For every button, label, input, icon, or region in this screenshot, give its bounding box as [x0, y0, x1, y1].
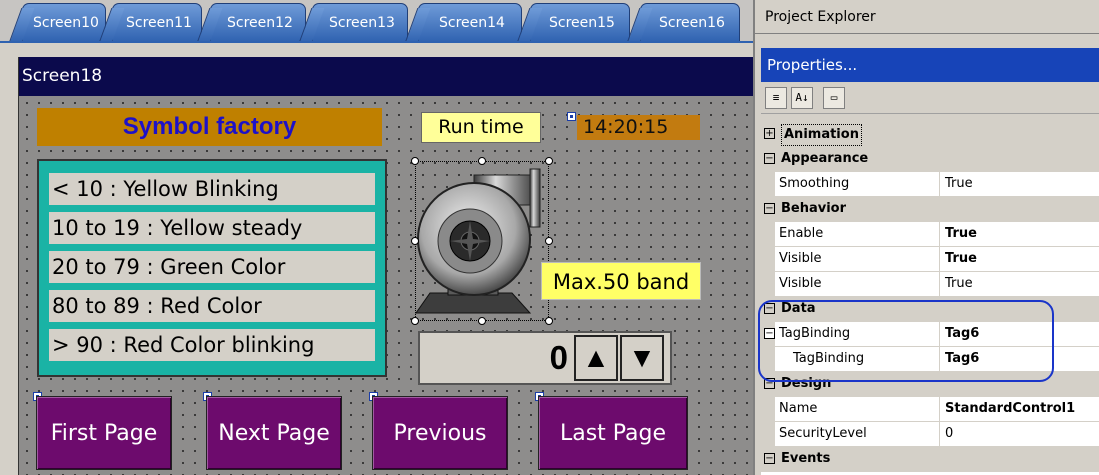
row-gutter: [761, 172, 775, 196]
tab-screen10[interactable]: Screen10: [22, 3, 106, 42]
legend-item: > 90 : Red Color blinking: [49, 329, 375, 361]
design-area: Screen10 Screen11 Screen12 Screen13 Scre…: [0, 0, 753, 475]
selection-handle[interactable]: [545, 157, 553, 165]
category-data[interactable]: − Data: [761, 297, 1099, 322]
property-name: TagBinding: [775, 347, 940, 371]
property-value[interactable]: Tag6: [942, 347, 1099, 371]
row-gutter: [761, 222, 775, 246]
property-name: Name: [775, 397, 940, 421]
category-label: Behavior: [781, 201, 847, 216]
property-name: Smoothing: [775, 172, 940, 196]
selection-handle[interactable]: [411, 237, 419, 245]
spin-up-button[interactable]: ▲: [574, 335, 618, 381]
selection-handle[interactable]: [545, 317, 553, 325]
property-value[interactable]: True: [942, 272, 1099, 296]
selection-handle[interactable]: [411, 317, 419, 325]
property-value[interactable]: True: [942, 222, 1099, 246]
collapse-icon[interactable]: −: [764, 303, 775, 314]
category-design[interactable]: − Design: [761, 372, 1099, 397]
screen-tab-bar: Screen10 Screen11 Screen12 Screen13 Scre…: [0, 0, 753, 43]
first-page-button[interactable]: First Page: [36, 396, 172, 470]
tab-screen12[interactable]: Screen12: [210, 3, 306, 42]
property-row[interactable]: Enable True: [761, 222, 1099, 247]
categorized-view-icon[interactable]: ≡: [765, 87, 787, 109]
property-name: Enable: [775, 222, 940, 246]
project-explorer-header[interactable]: Project Explorer: [755, 0, 1099, 34]
property-value[interactable]: True: [942, 172, 1099, 196]
property-name: TagBinding: [775, 322, 940, 346]
property-row[interactable]: TagBinding Tag6: [761, 347, 1099, 372]
property-pages-icon[interactable]: ▭: [823, 87, 845, 109]
category-label: Data: [781, 301, 816, 316]
property-value[interactable]: 0: [942, 422, 1099, 446]
legend-item: 10 to 19 : Yellow steady: [49, 212, 375, 244]
row-gutter: [761, 347, 775, 371]
category-label: Design: [781, 376, 832, 391]
selection-handle[interactable]: [478, 157, 486, 165]
collapse-icon[interactable]: −: [764, 328, 775, 339]
screen-title: Screen18: [19, 57, 753, 96]
selection-handle[interactable]: [545, 237, 553, 245]
legend-item: 20 to 79 : Green Color: [49, 251, 375, 283]
run-time-label[interactable]: Run time: [421, 112, 541, 143]
selection-handle[interactable]: [411, 157, 419, 165]
tab-screen13[interactable]: Screen13: [312, 3, 408, 42]
property-row[interactable]: Smoothing True: [761, 172, 1099, 197]
category-behavior[interactable]: − Behavior: [761, 197, 1099, 222]
expand-icon[interactable]: +: [764, 128, 775, 139]
value-spinner[interactable]: 0 ▲ ▼: [418, 331, 672, 385]
selection-handle[interactable]: [478, 317, 486, 325]
property-row[interactable]: Visible True: [761, 247, 1099, 272]
collapse-icon[interactable]: −: [764, 203, 775, 214]
centrifugal-pump-icon[interactable]: [412, 161, 552, 321]
tag-marker-icon: [567, 112, 576, 121]
property-value[interactable]: Tag6: [942, 322, 1099, 346]
property-row[interactable]: Name StandardControl1: [761, 397, 1099, 422]
properties-header: Properties...: [761, 48, 1099, 82]
category-animation[interactable]: + Animation: [761, 122, 1099, 147]
max-band-label[interactable]: Max.50 band: [541, 262, 701, 300]
side-panel: Project Explorer Properties... ≡ A↓ ▭ + …: [753, 0, 1099, 475]
tab-screen11[interactable]: Screen11: [112, 3, 202, 42]
category-label: Appearance: [781, 151, 869, 166]
last-page-button[interactable]: Last Page: [538, 396, 688, 470]
row-gutter: [761, 422, 775, 446]
property-value[interactable]: True: [942, 247, 1099, 271]
property-row[interactable]: − TagBinding Tag6: [761, 322, 1099, 347]
property-grid: + Animation − Appearance Smoothing True …: [761, 122, 1099, 475]
legend-panel[interactable]: < 10 : Yellow Blinking 10 to 19 : Yellow…: [37, 159, 387, 377]
collapse-icon[interactable]: −: [764, 453, 775, 464]
property-row[interactable]: Visible True: [761, 272, 1099, 297]
spin-down-button[interactable]: ▼: [620, 335, 664, 381]
collapse-icon[interactable]: −: [764, 378, 775, 389]
screen-canvas[interactable]: Screen18 Symbol factory Run time 14:20:1…: [18, 57, 753, 475]
alphabetical-sort-icon[interactable]: A↓: [791, 87, 813, 109]
row-gutter: [761, 272, 775, 296]
tab-strip-line: [0, 41, 753, 43]
legend-item: < 10 : Yellow Blinking: [49, 173, 375, 205]
tab-screen16[interactable]: Screen16: [640, 3, 740, 42]
row-gutter: [761, 397, 775, 421]
category-label: Animation: [781, 124, 862, 146]
property-name: Visible: [775, 247, 940, 271]
next-page-button[interactable]: Next Page: [206, 396, 342, 470]
category-label: Events: [781, 451, 831, 466]
category-appearance[interactable]: − Appearance: [761, 147, 1099, 172]
tab-screen15[interactable]: Screen15: [530, 3, 630, 42]
collapse-icon[interactable]: −: [764, 153, 775, 164]
property-row[interactable]: SecurityLevel 0: [761, 422, 1099, 447]
previous-button[interactable]: Previous: [372, 396, 508, 470]
category-events[interactable]: − Events: [761, 447, 1099, 472]
symbol-factory-label[interactable]: Symbol factory: [37, 108, 382, 146]
property-name: Visible: [775, 272, 940, 296]
row-gutter: [761, 247, 775, 271]
clock-display[interactable]: 14:20:15: [577, 115, 700, 140]
properties-toolbar: ≡ A↓ ▭: [761, 82, 1099, 114]
property-value[interactable]: StandardControl1: [942, 397, 1099, 421]
property-name: SecurityLevel: [775, 422, 940, 446]
legend-item: 80 to 89 : Red Color: [49, 290, 375, 322]
spinner-value[interactable]: 0: [420, 333, 572, 383]
tab-screen14[interactable]: Screen14: [418, 3, 522, 42]
